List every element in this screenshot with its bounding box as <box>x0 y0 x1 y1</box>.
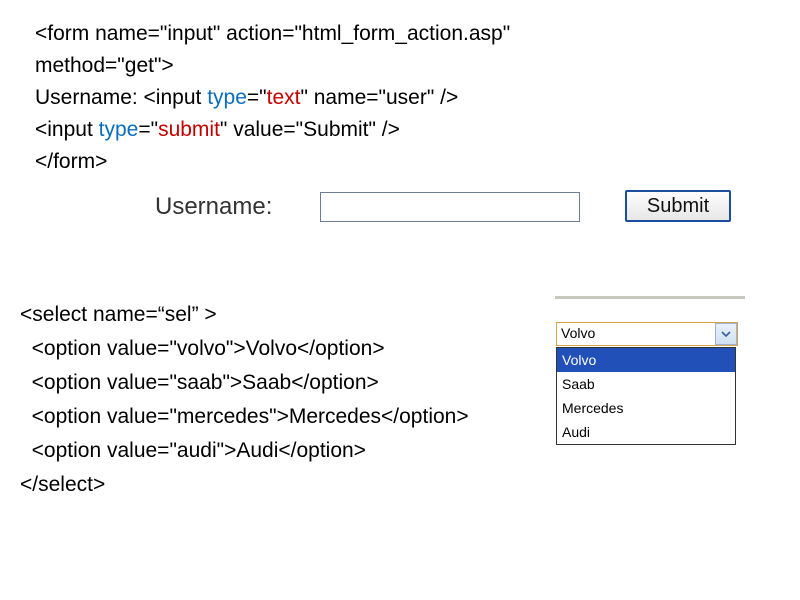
submit-button[interactable]: Submit <box>625 190 731 222</box>
code-text: " name="user" /> <box>300 86 458 109</box>
form-code-block: <form name="input" action="html_form_act… <box>35 18 510 178</box>
code-text: </select> <box>20 473 105 496</box>
code-text: " value="Submit" /> <box>220 118 400 141</box>
code-text: <select name=“sel” > <box>20 303 217 326</box>
code-keyword: type <box>207 86 247 109</box>
code-value: text <box>267 86 301 109</box>
code-text: =" <box>138 118 158 141</box>
code-text: Username: <input <box>35 86 207 109</box>
select-field[interactable]: Volvo <box>556 322 738 346</box>
select-option-saab[interactable]: Saab <box>557 372 735 396</box>
code-keyword: type <box>99 118 139 141</box>
code-text: <option value="mercedes">Mercedes</optio… <box>20 405 469 428</box>
username-input[interactable] <box>320 192 580 222</box>
select-option-volvo[interactable]: Volvo <box>557 348 735 372</box>
chevron-down-icon[interactable] <box>715 323 737 345</box>
rendered-form: Username: Submit <box>155 190 775 234</box>
code-text: =" <box>247 86 267 109</box>
code-text: <option value="volvo">Volvo</option> <box>20 337 385 360</box>
code-text: <form name="input" action="html_form_act… <box>35 22 510 45</box>
code-text: </form> <box>35 150 107 173</box>
code-text: <option value="saab">Saab</option> <box>20 371 379 394</box>
code-text: <option value="audi">Audi</option> <box>20 439 366 462</box>
divider-line <box>555 296 745 299</box>
username-label: Username: <box>155 193 272 221</box>
code-text: <input <box>35 118 99 141</box>
select-option-mercedes[interactable]: Mercedes <box>557 396 735 420</box>
select-selected-value: Volvo <box>561 325 595 341</box>
select-option-audi[interactable]: Audi <box>557 420 735 444</box>
select-code-block: <select name=“sel” > <option value="volv… <box>20 298 469 502</box>
code-text: method="get"> <box>35 54 174 77</box>
select-dropdown[interactable]: Volvo Saab Mercedes Audi <box>556 347 736 445</box>
code-value: submit <box>158 118 220 141</box>
